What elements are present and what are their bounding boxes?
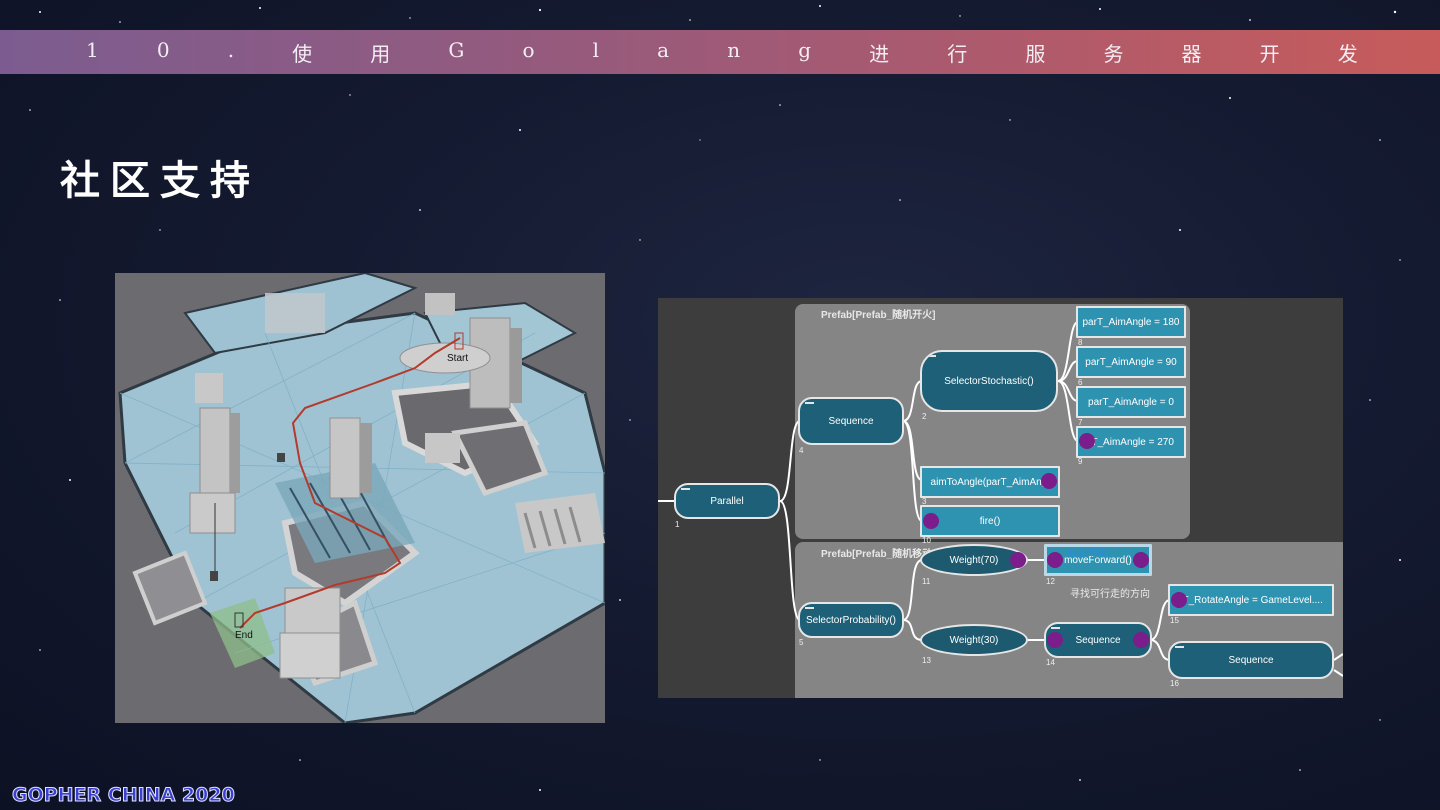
prefab-group-fire-label: Prefab[Prefab_随机开火] <box>821 310 936 321</box>
node-number: 11 <box>922 577 931 586</box>
banner-char: 务 <box>1103 41 1124 66</box>
node-number: 9 <box>1078 457 1083 466</box>
node-number: 2 <box>922 412 927 421</box>
action-fire-label: fire() <box>979 515 1001 527</box>
action-aim-to-angle[interactable]: aimToAngle(parT_AimAngl <box>920 466 1060 498</box>
breakpoint-dot[interactable] <box>1171 592 1187 608</box>
navmesh-screenshot: Start End <box>115 273 605 723</box>
node-number: 5 <box>799 638 804 647</box>
selector-stochastic-label: SelectorStochastic() <box>944 375 1034 387</box>
action-fire[interactable]: fire() <box>920 505 1060 537</box>
weight-70-label: Weight(70) <box>949 554 999 566</box>
node-number: 15 <box>1170 616 1179 625</box>
breakpoint-dot[interactable] <box>1041 473 1057 489</box>
banner-char: n <box>727 37 741 62</box>
weight-30-node[interactable]: Weight(30) <box>920 624 1028 656</box>
banner-char: 用 <box>370 41 391 66</box>
breakpoint-dot[interactable] <box>923 513 939 529</box>
breakpoint-dot[interactable] <box>1133 632 1149 648</box>
chapter-banner: 1 0 . 使 用 G o l a n g 进 行 服 务 器 开 发 <box>0 30 1440 74</box>
banner-char: l <box>592 37 600 62</box>
banner-char: 行 <box>947 41 968 66</box>
sequence-14-label: Sequence <box>1075 634 1121 646</box>
start-label: Start <box>447 353 469 364</box>
banner-char: 进 <box>869 41 890 66</box>
banner-char: o <box>522 37 535 62</box>
banner-char: a <box>657 37 670 62</box>
gopher-china-logo: GOPHER CHINA 2020 <box>12 784 236 807</box>
banner-char: . <box>227 37 235 62</box>
action-rotate-angle-label: rT_RotateAngle = GameLevel.... <box>1179 594 1323 606</box>
chapter-title: 1 0 . 使 用 G o l a n g 进 行 服 务 器 开 发 <box>0 38 1440 67</box>
banner-char: G <box>448 37 465 62</box>
prefab-group-move-label: Prefab[Prefab_随机移动] <box>821 549 936 560</box>
action-rotate-angle[interactable]: rT_RotateAngle = GameLevel.... <box>1168 584 1334 616</box>
parallel-node[interactable]: Parallel <box>674 483 780 519</box>
banner-char: 1 <box>86 37 99 62</box>
banner-char: 器 <box>1181 41 1202 66</box>
node-number: 10 <box>922 536 931 545</box>
banner-char: g <box>798 37 811 62</box>
node-number: 13 <box>922 656 931 665</box>
breakpoint-dot[interactable] <box>1010 552 1026 568</box>
breakpoint-dot[interactable] <box>1047 632 1063 648</box>
comment-move-forward: 向前移动 <box>1069 548 1109 559</box>
action-aim-to-angle-label: aimToAngle(parT_AimAngl <box>930 476 1050 488</box>
banner-char: 服 <box>1025 41 1046 66</box>
action-aim-0-label: parT_AimAngle = 0 <box>1088 396 1174 408</box>
node-number: 8 <box>1078 338 1083 347</box>
sequence-node[interactable]: Sequence <box>798 397 904 445</box>
node-number: 14 <box>1046 658 1055 667</box>
sequence-16-node[interactable]: Sequence <box>1168 641 1334 679</box>
node-number: 3 <box>922 497 927 506</box>
node-number: 12 <box>1046 577 1055 586</box>
node-number: 4 <box>799 446 804 455</box>
banner-char: 0 <box>156 37 170 62</box>
action-aim-90-label: parT_AimAngle = 90 <box>1085 356 1177 368</box>
node-number: 1 <box>675 520 680 529</box>
slide-title: 社区支持 <box>60 158 260 204</box>
node-number: 6 <box>1078 378 1083 387</box>
action-aim-90[interactable]: parT_AimAngle = 90 <box>1076 346 1186 378</box>
breakpoint-dot[interactable] <box>1133 552 1149 568</box>
selector-probability-label: SelectorProbability() <box>805 614 897 626</box>
action-aim-180-label: parT_AimAngle = 180 <box>1082 316 1180 328</box>
node-number: 16 <box>1170 679 1179 688</box>
action-aim-0[interactable]: parT_AimAngle = 0 <box>1076 386 1186 418</box>
sequence-16-label: Sequence <box>1228 654 1274 666</box>
breakpoint-dot[interactable] <box>1079 433 1095 449</box>
breakpoint-dot[interactable] <box>1047 552 1063 568</box>
banner-char: 发 <box>1337 41 1358 66</box>
comment-find-direction: 寻找可行走的方向 <box>1070 589 1150 600</box>
selector-stochastic-node[interactable]: SelectorStochastic() <box>920 350 1058 412</box>
action-aim-270-label: rT_AimAngle = 270 <box>1088 436 1174 448</box>
selector-probability-node[interactable]: SelectorProbability() <box>798 602 904 638</box>
sequence-node-label: Sequence <box>828 415 874 427</box>
weight-30-label: Weight(30) <box>949 634 999 646</box>
parallel-node-label: Parallel <box>710 495 744 507</box>
navmesh-drawing <box>115 273 605 723</box>
node-number: 7 <box>1078 418 1083 427</box>
behavior-tree-screenshot: Prefab[Prefab_随机开火] Prefab[Prefab_随机移动] … <box>658 298 1343 698</box>
banner-char: 开 <box>1259 41 1280 66</box>
action-aim-180[interactable]: parT_AimAngle = 180 <box>1076 306 1186 338</box>
banner-char: 使 <box>292 41 313 66</box>
end-label: End <box>235 630 253 641</box>
